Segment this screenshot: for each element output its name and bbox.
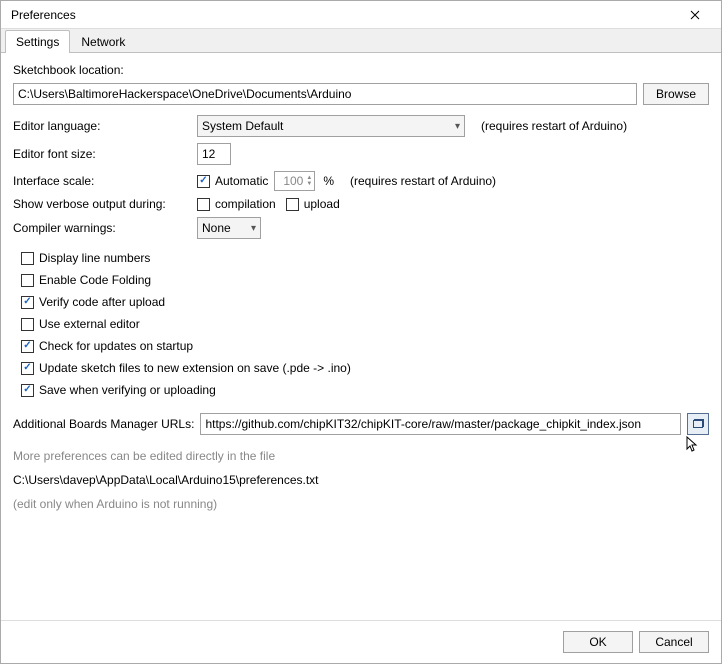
scale-label: Interface scale: (13, 174, 191, 188)
language-value: System Default (202, 119, 283, 133)
verify-upload-label: Verify code after upload (39, 295, 165, 309)
chevron-down-icon: ▾ (251, 223, 256, 234)
code-folding-checkbox[interactable]: Enable Code Folding (21, 273, 709, 287)
boards-url-input[interactable] (200, 413, 681, 435)
language-select[interactable]: System Default ▾ (197, 115, 465, 137)
compilation-checkbox[interactable]: compilation (197, 197, 276, 211)
check-updates-checkbox[interactable]: ✓ Check for updates on startup (21, 339, 709, 353)
save-verify-label: Save when verifying or uploading (39, 383, 216, 397)
preferences-window: Preferences Settings Network Sketchbook … (0, 0, 722, 664)
footer-note: More preferences can be edited directly … (13, 449, 709, 463)
percent-label: % (323, 174, 334, 188)
sketchbook-label: Sketchbook location: (13, 63, 709, 77)
fontsize-input[interactable] (197, 143, 231, 165)
close-icon (690, 10, 700, 20)
checkbox-icon: ✓ (21, 296, 34, 309)
upload-label: upload (304, 197, 340, 211)
spinner-down-icon[interactable]: ▼ (306, 181, 312, 187)
warnings-label: Compiler warnings: (13, 221, 191, 235)
checkbox-icon (21, 318, 34, 331)
checkbox-icon: ✓ (21, 384, 34, 397)
window-title: Preferences (11, 8, 76, 22)
checkbox-icon: ✓ (197, 175, 210, 188)
compilation-label: compilation (215, 197, 276, 211)
warnings-value: None (202, 221, 231, 235)
browse-button[interactable]: Browse (643, 83, 709, 105)
checkbox-icon (286, 198, 299, 211)
save-verify-checkbox[interactable]: ✓ Save when verifying or uploading (21, 383, 709, 397)
external-editor-checkbox[interactable]: Use external editor (21, 317, 709, 331)
footer-path[interactable]: C:\Users\davep\AppData\Local\Arduino15\p… (13, 473, 709, 487)
checkbox-icon (197, 198, 210, 211)
button-row: OK Cancel (1, 620, 721, 663)
chevron-down-icon: ▾ (455, 121, 460, 132)
fontsize-label: Editor font size: (13, 147, 191, 161)
update-ext-label: Update sketch files to new extension on … (39, 361, 351, 375)
sketchbook-input[interactable] (13, 83, 637, 105)
checkbox-icon: ✓ (21, 340, 34, 353)
line-numbers-label: Display line numbers (39, 251, 150, 265)
upload-checkbox[interactable]: upload (286, 197, 340, 211)
check-updates-label: Check for updates on startup (39, 339, 193, 353)
automatic-label: Automatic (215, 174, 268, 188)
code-folding-label: Enable Code Folding (39, 273, 151, 287)
checkbox-icon (21, 252, 34, 265)
tab-content: Sketchbook location: Browse Editor langu… (1, 53, 721, 620)
boards-label: Additional Boards Manager URLs: (13, 417, 194, 431)
language-label: Editor language: (13, 119, 191, 133)
cancel-button[interactable]: Cancel (639, 631, 709, 653)
checkbox-icon (21, 274, 34, 287)
boards-expand-button[interactable] (687, 413, 709, 435)
external-editor-label: Use external editor (39, 317, 140, 331)
verbose-label: Show verbose output during: (13, 197, 191, 211)
tabbar: Settings Network (1, 29, 721, 53)
titlebar: Preferences (1, 1, 721, 29)
language-hint: (requires restart of Arduino) (481, 119, 627, 133)
ok-button[interactable]: OK (563, 631, 633, 653)
tab-settings[interactable]: Settings (5, 30, 70, 53)
close-button[interactable] (675, 2, 715, 28)
verify-upload-checkbox[interactable]: ✓ Verify code after upload (21, 295, 709, 309)
window-icon (693, 420, 703, 428)
update-ext-checkbox[interactable]: ✓ Update sketch files to new extension on… (21, 361, 709, 375)
scale-spinner[interactable]: 100 ▲▼ (274, 171, 315, 191)
warnings-select[interactable]: None ▾ (197, 217, 261, 239)
footer-running: (edit only when Arduino is not running) (13, 497, 709, 511)
scale-value: 100 (279, 174, 303, 188)
automatic-checkbox[interactable]: ✓ Automatic (197, 174, 268, 188)
checkbox-icon: ✓ (21, 362, 34, 375)
scale-hint: (requires restart of Arduino) (350, 174, 496, 188)
line-numbers-checkbox[interactable]: Display line numbers (21, 251, 709, 265)
tab-network[interactable]: Network (70, 30, 136, 53)
